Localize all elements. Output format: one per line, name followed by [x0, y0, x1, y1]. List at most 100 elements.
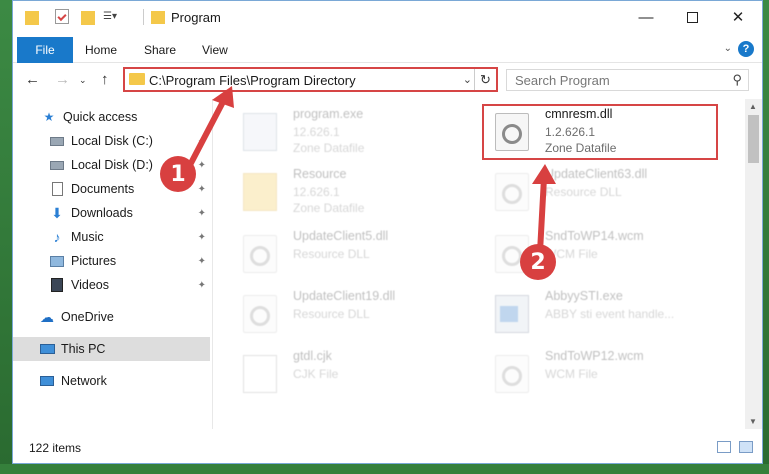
file-item[interactable]: UpdateClient19.dll Resource DLL	[225, 287, 455, 339]
up-button[interactable]: ↑	[101, 71, 109, 88]
file-name: gtdl.cjk	[293, 349, 332, 363]
dll-gear-icon	[495, 355, 529, 393]
pin-icon[interactable]: ✦	[198, 160, 206, 171]
blank-file-icon	[243, 355, 277, 393]
pin-icon[interactable]: ✦	[198, 208, 206, 219]
address-dropdown-icon[interactable]: ⌄	[463, 73, 472, 86]
sidebar-item-quick-access[interactable]: ★ Quick access	[13, 105, 210, 129]
pin-icon[interactable]: ✦	[198, 184, 206, 195]
recent-locations-icon[interactable]: ⌄	[79, 75, 87, 86]
search-icon[interactable]: ⚲	[732, 72, 742, 88]
file-name: SndToWP14.wcm	[545, 229, 644, 243]
pane-divider[interactable]	[212, 99, 213, 429]
sidebar-item-music[interactable]: ♪ Music ✦	[13, 225, 210, 249]
sidebar-item-local-disk-c[interactable]: Local Disk (C:) ✦	[13, 129, 210, 153]
dll-gear-icon	[495, 173, 529, 211]
new-folder-icon[interactable]	[81, 11, 95, 25]
sidebar-item-label: Documents	[71, 182, 135, 196]
large-icons-view-icon[interactable]	[739, 441, 753, 453]
sidebar-item-this-pc[interactable]: This PC	[13, 337, 210, 361]
file-name: UpdateClient63.dll	[545, 167, 648, 181]
file-item[interactable]: program.exe 12.626.1 Zone Datafile	[225, 105, 455, 157]
file-name: UpdateClient5.dll	[293, 229, 389, 243]
sidebar-item-videos[interactable]: Videos ✦	[13, 273, 210, 297]
refresh-icon[interactable]: ↻	[474, 69, 496, 90]
customize-toolbar-icon[interactable]: ☰▾	[103, 11, 117, 27]
sidebar-item-label: Pictures	[71, 254, 117, 268]
ribbon: File Home Share View ⌄ ?	[13, 33, 762, 63]
file-type: Zone Datafile	[293, 141, 365, 155]
star-icon: ★	[43, 110, 55, 124]
step-badge-1: 1	[160, 156, 196, 192]
file-item[interactable]: UpdateClient5.dll Resource DLL	[225, 227, 455, 279]
help-icon[interactable]: ?	[738, 41, 754, 57]
dll-gear-icon	[243, 295, 277, 333]
window-title: Program	[171, 10, 221, 25]
network-icon	[39, 374, 55, 388]
pin-icon[interactable]: ✦	[198, 136, 206, 147]
minimize-button[interactable]: —	[623, 1, 669, 33]
status-bar: 122 items	[13, 433, 762, 463]
back-button[interactable]: ←	[25, 71, 40, 88]
file-name: SndToWP12.wcm	[545, 349, 644, 363]
dll-gear-icon	[243, 235, 277, 273]
file-item[interactable]: SndToWP14.wcm WCM File	[477, 227, 707, 279]
file-name: AbbyySTI.exe	[545, 289, 623, 303]
file-type: CJK File	[293, 367, 339, 381]
sidebar-item-label: Music	[71, 230, 104, 244]
expand-ribbon-icon[interactable]: ⌄	[724, 43, 732, 54]
music-note-icon: ♪	[53, 229, 61, 245]
file-type: Resource DLL	[293, 307, 370, 321]
scroll-thumb[interactable]	[748, 115, 759, 163]
file-item[interactable]: SndToWP12.wcm WCM File	[477, 347, 707, 399]
sidebar-item-network[interactable]: Network	[13, 369, 210, 393]
tab-home[interactable]: Home	[85, 43, 117, 57]
vertical-scrollbar[interactable]: ▲ ▼	[745, 99, 762, 429]
details-view-icon[interactable]	[717, 441, 731, 453]
properties-icon[interactable]	[55, 9, 69, 24]
file-item[interactable]: Resource 12.626.1 Zone Datafile	[225, 165, 455, 217]
file-item[interactable]: gtdl.cjk CJK File	[225, 347, 455, 399]
sidebar-item-label: OneDrive	[61, 310, 114, 324]
file-type: WCM File	[545, 367, 598, 381]
search-input[interactable]: Search Program ⚲	[506, 69, 749, 91]
sidebar-item-label: This PC	[61, 342, 106, 356]
folder-icon	[25, 11, 39, 25]
file-version: 12.626.1	[293, 185, 340, 199]
file-name: UpdateClient19.dll	[293, 289, 396, 303]
pin-icon[interactable]: ✦	[198, 280, 206, 291]
title-bar: ☰▾ Program — ✕	[13, 1, 762, 33]
file-item[interactable]: AbbyySTI.exe ABBY sti event handle...	[477, 287, 707, 339]
sidebar-item-label: Videos	[71, 278, 109, 292]
drive-icon	[49, 158, 65, 172]
address-path[interactable]: C:\Program Files\Program Directory	[149, 73, 356, 88]
tab-share[interactable]: Share	[144, 43, 176, 57]
explorer-window: ☰▾ Program — ✕ File Home Share View ⌄ ? …	[12, 0, 763, 464]
forward-button[interactable]: →	[55, 71, 70, 88]
close-button[interactable]: ✕	[715, 1, 761, 33]
file-highlight-box	[482, 104, 718, 160]
pin-icon[interactable]: ✦	[198, 256, 206, 267]
scroll-up-icon[interactable]: ▲	[749, 102, 757, 111]
file-item[interactable]: UpdateClient63.dll Resource DLL	[477, 165, 707, 217]
maximize-button[interactable]	[669, 1, 715, 33]
navigation-bar: ← → ⌄ ↑ C:\Program Files\Program Directo…	[13, 63, 762, 97]
exe-icon	[243, 113, 277, 151]
step-badge-2: 2	[520, 244, 556, 280]
file-name: Resource	[293, 167, 347, 181]
sidebar-item-onedrive[interactable]: ☁ OneDrive	[13, 305, 210, 329]
pin-icon[interactable]: ✦	[198, 232, 206, 243]
sidebar-item-pictures[interactable]: Pictures ✦	[13, 249, 210, 273]
file-type: Zone Datafile	[293, 201, 365, 215]
app-window-icon	[495, 295, 529, 333]
download-arrow-icon: ⬇	[51, 204, 63, 221]
navigation-pane: ★ Quick access Local Disk (C:) ✦ Local D…	[13, 99, 210, 429]
scroll-down-icon[interactable]: ▼	[749, 417, 757, 426]
file-type: Resource DLL	[293, 247, 370, 261]
tab-view[interactable]: View	[202, 43, 228, 57]
address-bar[interactable]: C:\Program Files\Program Directory ⌄ ↻	[123, 67, 498, 92]
picture-icon	[49, 254, 65, 268]
item-count: 122 items	[29, 441, 82, 455]
tab-file[interactable]: File	[17, 37, 73, 63]
sidebar-item-downloads[interactable]: ⬇ Downloads ✦	[13, 201, 210, 225]
